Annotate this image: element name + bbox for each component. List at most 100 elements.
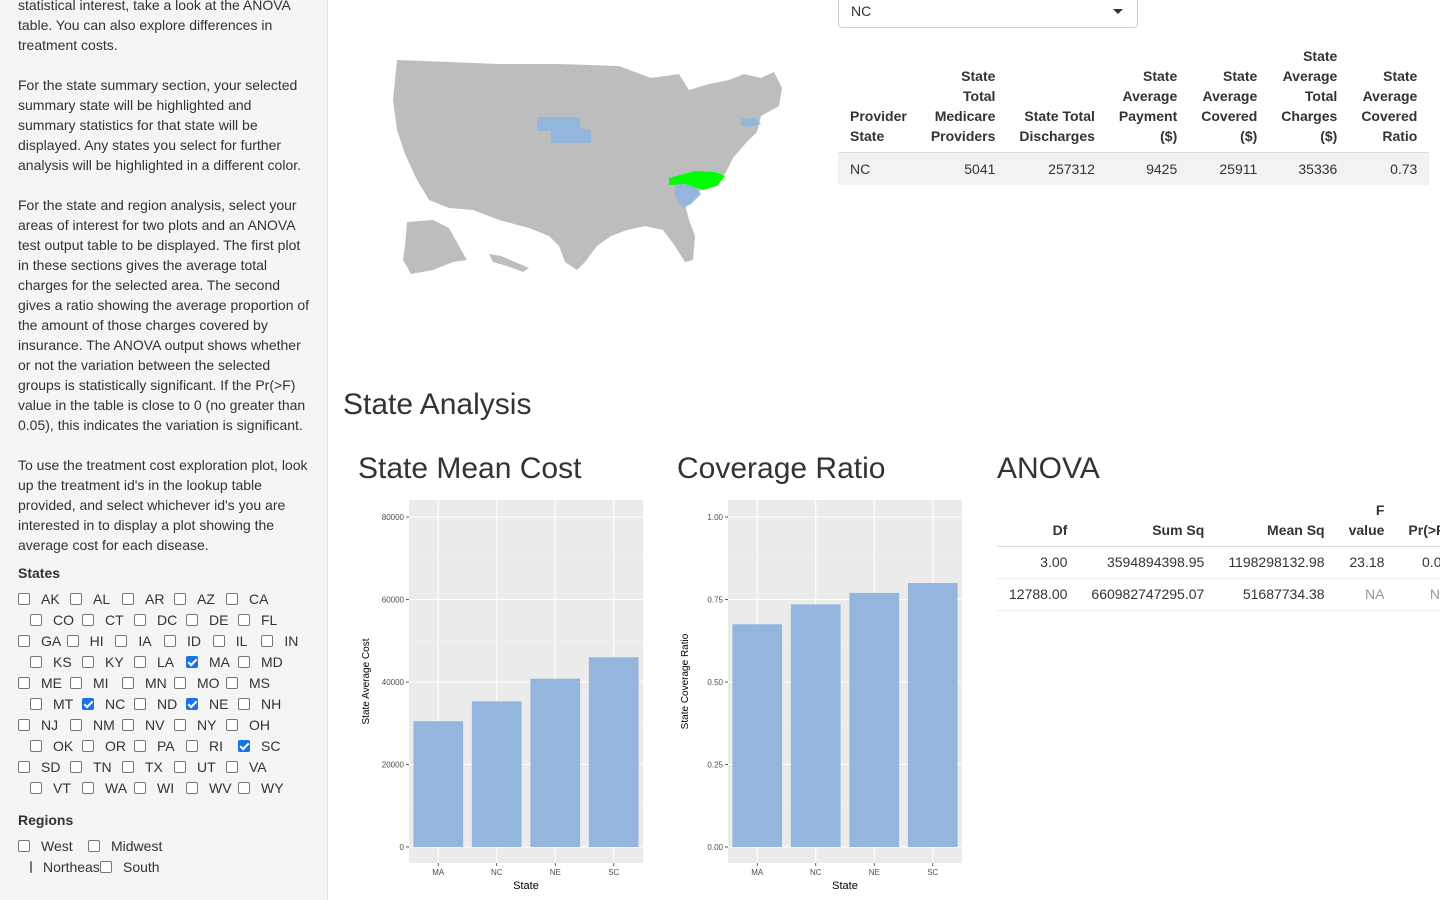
checkbox-ca[interactable]: CA xyxy=(226,588,278,609)
checkbox-empty-icon[interactable] xyxy=(82,781,94,794)
checkbox-empty-icon[interactable] xyxy=(238,613,250,626)
column-header[interactable]: State Total Discharges xyxy=(1007,46,1107,153)
checkbox-empty-icon[interactable] xyxy=(134,697,146,710)
column-header[interactable]: Provider State xyxy=(838,46,919,153)
checkbox-in[interactable]: IN xyxy=(261,630,310,651)
checkbox-empty-icon[interactable] xyxy=(226,676,238,689)
column-header[interactable]: State Average Covered ($) xyxy=(1189,46,1270,153)
checkbox-mn[interactable]: MN xyxy=(122,672,174,693)
checkbox-midwest[interactable]: Midwest xyxy=(88,835,188,856)
checkbox-empty-icon[interactable] xyxy=(18,839,30,852)
checkbox-ga[interactable]: GA xyxy=(18,630,67,651)
checkbox-pa[interactable]: PA xyxy=(134,735,186,756)
checkbox-empty-icon[interactable] xyxy=(261,634,274,647)
checkbox-south[interactable]: South xyxy=(100,856,200,877)
column-header[interactable]: Pr(>F) xyxy=(1396,500,1440,547)
checkbox-ct[interactable]: CT xyxy=(82,609,134,630)
checkbox-empty-icon[interactable] xyxy=(134,613,146,626)
checkbox-empty-icon[interactable] xyxy=(186,613,198,626)
checkbox-empty-icon[interactable] xyxy=(174,676,186,689)
checkbox-fl[interactable]: FL xyxy=(238,609,290,630)
checkbox-empty-icon[interactable] xyxy=(174,592,186,605)
checkbox-west[interactable]: West xyxy=(18,835,88,856)
checkbox-ky[interactable]: KY xyxy=(82,651,134,672)
checkbox-empty-icon[interactable] xyxy=(174,760,186,773)
checkbox-de[interactable]: DE xyxy=(186,609,238,630)
checkbox-empty-icon[interactable] xyxy=(82,613,94,626)
checkbox-oh[interactable]: OH xyxy=(226,714,278,735)
checkbox-empty-icon[interactable] xyxy=(186,781,198,794)
checkbox-checked-icon[interactable] xyxy=(238,739,250,752)
column-header[interactable]: State Average Covered Ratio xyxy=(1349,46,1430,153)
column-header[interactable]: Sum Sq xyxy=(1079,500,1217,547)
checkbox-nc[interactable]: NC xyxy=(82,693,134,714)
checkbox-empty-icon[interactable] xyxy=(122,676,134,689)
checkbox-empty-icon[interactable] xyxy=(238,697,250,710)
checkbox-empty-icon[interactable] xyxy=(18,634,30,647)
checkbox-ma[interactable]: MA xyxy=(186,651,238,672)
checkbox-empty-icon[interactable] xyxy=(18,718,30,731)
checkbox-empty-icon[interactable] xyxy=(226,760,238,773)
checkbox-wa[interactable]: WA xyxy=(82,777,134,798)
checkbox-az[interactable]: AZ xyxy=(174,588,226,609)
checkbox-checked-icon[interactable] xyxy=(186,655,198,668)
checkbox-dc[interactable]: DC xyxy=(134,609,186,630)
column-header[interactable]: State Average Payment ($) xyxy=(1106,46,1190,153)
checkbox-sc[interactable]: SC xyxy=(238,735,290,756)
checkbox-checked-icon[interactable] xyxy=(186,697,198,710)
column-header[interactable]: State Average Total Charges ($) xyxy=(1269,46,1350,153)
checkbox-tx[interactable]: TX xyxy=(122,756,174,777)
checkbox-ri[interactable]: RI xyxy=(186,735,238,756)
checkbox-ok[interactable]: OK xyxy=(30,735,82,756)
checkbox-empty-icon[interactable] xyxy=(238,781,250,794)
checkbox-sd[interactable]: SD xyxy=(18,756,70,777)
checkbox-md[interactable]: MD xyxy=(238,651,290,672)
checkbox-empty-icon[interactable] xyxy=(30,697,42,710)
checkbox-ar[interactable]: AR xyxy=(122,588,174,609)
column-header[interactable]: State Total Medicare Providers xyxy=(918,46,1008,153)
checkbox-va[interactable]: VA xyxy=(226,756,278,777)
checkbox-empty-icon[interactable] xyxy=(134,781,146,794)
checkbox-empty-icon[interactable] xyxy=(88,839,100,852)
checkbox-empty-icon[interactable] xyxy=(30,613,42,626)
column-header[interactable]: Fvalue xyxy=(1336,500,1397,547)
checkbox-ia[interactable]: IA xyxy=(115,630,164,651)
checkbox-mi[interactable]: MI xyxy=(70,672,122,693)
checkbox-empty-icon[interactable] xyxy=(30,739,42,752)
checkbox-nj[interactable]: NJ xyxy=(18,714,70,735)
checkbox-hi[interactable]: HI xyxy=(66,630,116,651)
column-header[interactable]: Df xyxy=(997,500,1080,547)
column-header[interactable]: Mean Sq xyxy=(1216,500,1337,547)
checkbox-empty-icon[interactable] xyxy=(30,860,32,873)
checkbox-nh[interactable]: NH xyxy=(238,693,290,714)
checkbox-empty-icon[interactable] xyxy=(82,655,94,668)
checkbox-empty-icon[interactable] xyxy=(30,655,42,668)
checkbox-empty-icon[interactable] xyxy=(134,655,146,668)
checkbox-empty-icon[interactable] xyxy=(134,739,146,752)
checkbox-nd[interactable]: ND xyxy=(134,693,186,714)
checkbox-empty-icon[interactable] xyxy=(122,718,134,731)
checkbox-empty-icon[interactable] xyxy=(82,739,94,752)
checkbox-empty-icon[interactable] xyxy=(226,718,238,731)
summary-state-select[interactable]: NC xyxy=(838,0,1138,28)
checkbox-me[interactable]: ME xyxy=(18,672,70,693)
checkbox-empty-icon[interactable] xyxy=(115,634,128,647)
checkbox-wi[interactable]: WI xyxy=(134,777,186,798)
checkbox-empty-icon[interactable] xyxy=(30,781,42,794)
checkbox-or[interactable]: OR xyxy=(82,735,134,756)
checkbox-empty-icon[interactable] xyxy=(18,760,30,773)
checkbox-la[interactable]: LA xyxy=(134,651,186,672)
checkbox-empty-icon[interactable] xyxy=(122,592,134,605)
checkbox-nv[interactable]: NV xyxy=(122,714,174,735)
checkbox-ne[interactable]: NE xyxy=(186,693,238,714)
checkbox-ks[interactable]: KS xyxy=(30,651,82,672)
checkbox-empty-icon[interactable] xyxy=(70,718,82,731)
checkbox-wy[interactable]: WY xyxy=(238,777,290,798)
checkbox-mt[interactable]: MT xyxy=(30,693,82,714)
checkbox-id[interactable]: ID xyxy=(164,630,213,651)
checkbox-empty-icon[interactable] xyxy=(238,655,250,668)
checkbox-ny[interactable]: NY xyxy=(174,714,226,735)
checkbox-empty-icon[interactable] xyxy=(174,718,186,731)
checkbox-mo[interactable]: MO xyxy=(174,672,226,693)
checkbox-ms[interactable]: MS xyxy=(226,672,278,693)
